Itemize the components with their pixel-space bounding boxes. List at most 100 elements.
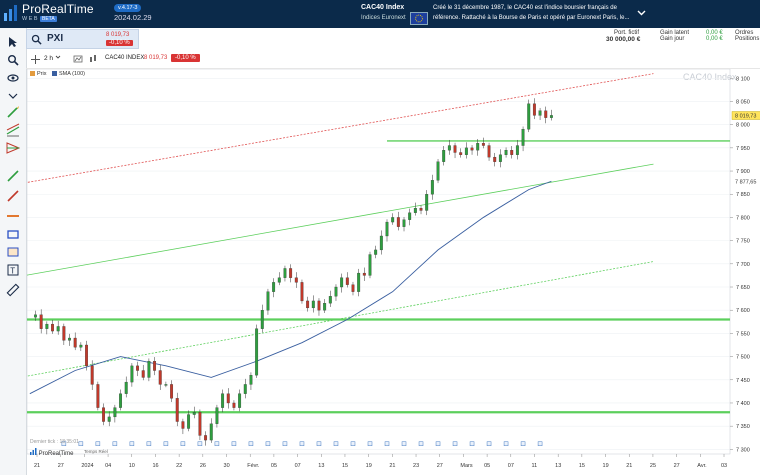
event-marker[interactable] <box>384 441 390 446</box>
candle-body <box>334 286 338 297</box>
candle-body <box>459 152 463 155</box>
instrument-name: CAC40 Index <box>361 4 405 11</box>
event-marker[interactable] <box>350 441 356 446</box>
event-marker[interactable] <box>231 441 237 446</box>
version-badge[interactable]: v.4.17-3 <box>114 4 142 12</box>
event-marker[interactable] <box>214 441 220 446</box>
candle-body <box>181 421 185 429</box>
chevron-down-icon[interactable] <box>637 8 646 17</box>
chart-toolbar: 2 h CAC40 INDEX 8 019,73 -0,10 % <box>26 50 760 69</box>
candle-body <box>447 145 451 151</box>
chevron-down-icon <box>8 93 18 99</box>
x-tick-label: 26 <box>200 463 206 469</box>
candle-body <box>39 314 43 329</box>
x-tick-label: 11 <box>531 463 537 469</box>
event-markers[interactable] <box>61 441 543 446</box>
y-tick-label: 8 100 <box>736 76 750 82</box>
x-tick-label: 22 <box>176 463 182 469</box>
fibonacci-tool[interactable] <box>4 140 22 156</box>
event-marker[interactable] <box>367 441 373 446</box>
event-marker[interactable] <box>146 441 152 446</box>
candle-body <box>226 393 230 404</box>
x-tick-label: 21 <box>34 463 40 469</box>
magnifier-icon <box>8 55 19 66</box>
line-tool-red[interactable] <box>4 188 22 204</box>
candle-body <box>85 344 88 367</box>
event-marker[interactable] <box>112 441 118 446</box>
event-marker[interactable] <box>503 441 509 446</box>
x-tick-label: 27 <box>437 463 443 469</box>
candle-body <box>119 393 122 408</box>
candle-body <box>538 110 542 116</box>
event-marker[interactable] <box>537 441 543 446</box>
event-marker[interactable] <box>418 441 424 446</box>
candle-body <box>476 143 480 151</box>
logo-icon <box>30 448 37 455</box>
text-tool[interactable]: T <box>4 262 22 278</box>
y-tick-label: 7 500 <box>736 355 750 361</box>
chevron-down-icon <box>55 55 61 59</box>
channel-tool[interactable] <box>4 122 22 138</box>
trend-lines[interactable] <box>27 73 654 380</box>
event-marker[interactable] <box>282 441 288 446</box>
symbol-search[interactable]: PXI 8 019,73 -0,10 % <box>26 29 139 49</box>
y-tick-label: 7 600 <box>736 308 750 314</box>
candle-body <box>170 384 174 399</box>
event-marker[interactable] <box>163 441 169 446</box>
event-marker[interactable] <box>333 441 339 446</box>
pointer-tool[interactable] <box>4 34 22 50</box>
candle-body <box>277 277 281 283</box>
collapse-tool[interactable] <box>4 88 22 104</box>
top-bar: ProRealTime WEB BETA v.4.17-3 2024.02.29… <box>0 0 760 28</box>
candle-body <box>504 150 508 155</box>
event-marker[interactable] <box>316 441 322 446</box>
y-tick-label: 8 000 <box>736 123 750 129</box>
footer-brand: ProRealTime <box>30 448 73 457</box>
horizontal-line-tool[interactable] <box>4 208 22 224</box>
account-portfolio: Port. fictif 30 000,00 € <box>606 30 640 43</box>
price-chart[interactable]: 7 300 7 350 7 400 7 450 7 500 7 550 7 600 7 650… <box>27 69 760 473</box>
event-marker[interactable] <box>299 441 305 446</box>
x-tick-label: 15 <box>342 463 348 469</box>
event-marker[interactable] <box>95 441 101 446</box>
move-icon[interactable] <box>31 55 40 64</box>
event-marker[interactable] <box>486 441 492 446</box>
event-marker[interactable] <box>435 441 441 446</box>
timeframe-select[interactable]: 2 h <box>44 54 61 62</box>
event-marker[interactable] <box>469 441 475 446</box>
candle-body <box>198 412 202 436</box>
candle-body <box>379 235 383 251</box>
x-tick-label: 07 <box>508 463 514 469</box>
symbol-input[interactable]: PXI <box>47 33 63 44</box>
event-marker[interactable] <box>180 441 186 446</box>
x-tick-label: Avr. <box>697 463 707 469</box>
compare-icon[interactable] <box>73 54 83 64</box>
candle-body <box>402 219 406 227</box>
event-marker[interactable] <box>452 441 458 446</box>
event-marker[interactable] <box>129 441 135 446</box>
event-marker[interactable] <box>401 441 407 446</box>
rectangle-tool[interactable] <box>4 226 22 242</box>
footer-brand-name: ProRealTime <box>38 451 74 457</box>
symbol-change-badge: -0,10 % <box>106 40 133 46</box>
pen-tool[interactable] <box>4 104 22 120</box>
account-orders[interactable]: Ordres Positions <box>735 30 759 42</box>
candle-body <box>79 344 83 348</box>
event-marker[interactable] <box>197 441 203 446</box>
candle-body <box>289 268 293 278</box>
candle-body <box>532 103 536 116</box>
event-marker[interactable] <box>265 441 271 446</box>
ruler-tool[interactable] <box>4 282 22 298</box>
zone-tool[interactable] <box>4 244 22 260</box>
y-tick-label: 7 650 <box>736 285 750 291</box>
line-tool-green[interactable] <box>4 168 22 184</box>
event-marker[interactable] <box>248 441 254 446</box>
candles-type-icon[interactable] <box>88 54 98 64</box>
zoom-tool[interactable] <box>4 52 22 68</box>
candle-body <box>249 374 253 385</box>
candle-body <box>141 370 145 378</box>
view-tool[interactable] <box>4 70 22 86</box>
candle-body <box>385 221 389 237</box>
event-marker[interactable] <box>520 441 526 446</box>
event-marker[interactable] <box>78 441 84 446</box>
